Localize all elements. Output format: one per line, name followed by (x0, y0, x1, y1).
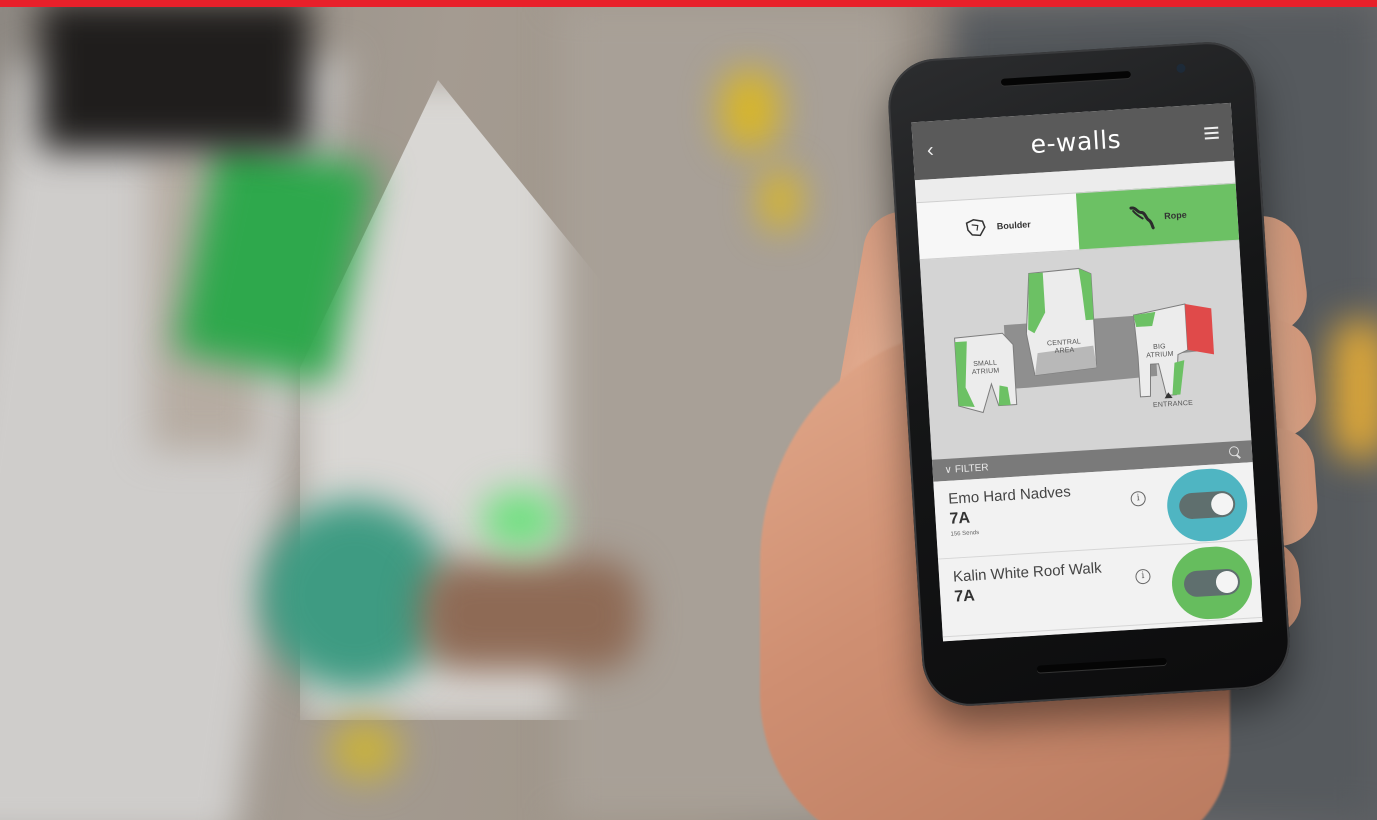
phone-camera (1176, 63, 1186, 74)
app-title: e-walls (1029, 124, 1122, 159)
phone-speaker (1000, 70, 1132, 86)
toggle-track (1183, 568, 1241, 598)
green-hold (480, 490, 560, 550)
dark-volume (40, 0, 310, 150)
yellow-hold-3 (330, 720, 400, 780)
climber-legs (420, 560, 640, 670)
phone-speaker-bottom (1036, 657, 1167, 673)
chevron-down-icon: ∨ (944, 464, 953, 476)
orange-hold (1330, 320, 1377, 460)
boulder-hold-icon (964, 217, 987, 238)
filter-toggle[interactable]: ∨ FILTER (944, 462, 989, 476)
hamburger-menu-icon[interactable] (1204, 126, 1219, 140)
rope-icon (1128, 204, 1156, 232)
chevron-left-icon[interactable]: ‹ (926, 138, 947, 162)
yellow-hold (720, 70, 780, 150)
tab-boulder[interactable]: Boulder (916, 192, 1080, 261)
yellow-hold-2 (760, 170, 800, 230)
tab-rope[interactable]: Rope (1075, 182, 1240, 251)
tab-boulder-label: Boulder (996, 219, 1032, 232)
smartphone: ‹ e-walls Boulder Rope SMALL ATRIUM CENT… (885, 39, 1293, 709)
tab-rope-label: Rope (1163, 209, 1188, 222)
phone-screen: ‹ e-walls Boulder Rope SMALL ATRIUM CENT… (911, 102, 1263, 642)
brand-top-bar (0, 0, 1377, 7)
toggle-track (1178, 490, 1236, 520)
filter-label: FILTER (954, 461, 989, 475)
map-label-big-atrium: BIG ATRIUM (1146, 343, 1174, 360)
toggle-knob (1215, 570, 1239, 594)
gym-map[interactable]: SMALL ATRIUM CENTRAL AREA BIG ATRIUM ENT… (919, 240, 1252, 460)
map-label-central-area: CENTRAL AREA (1046, 338, 1082, 356)
search-icon[interactable] (1228, 445, 1243, 460)
map-label-small-atrium: SMALL ATRIUM (971, 359, 1000, 377)
toggle-knob (1210, 492, 1234, 516)
route-list: Emo Hard Nadves 7A 156 Sends i Kalin Whi… (933, 462, 1263, 642)
